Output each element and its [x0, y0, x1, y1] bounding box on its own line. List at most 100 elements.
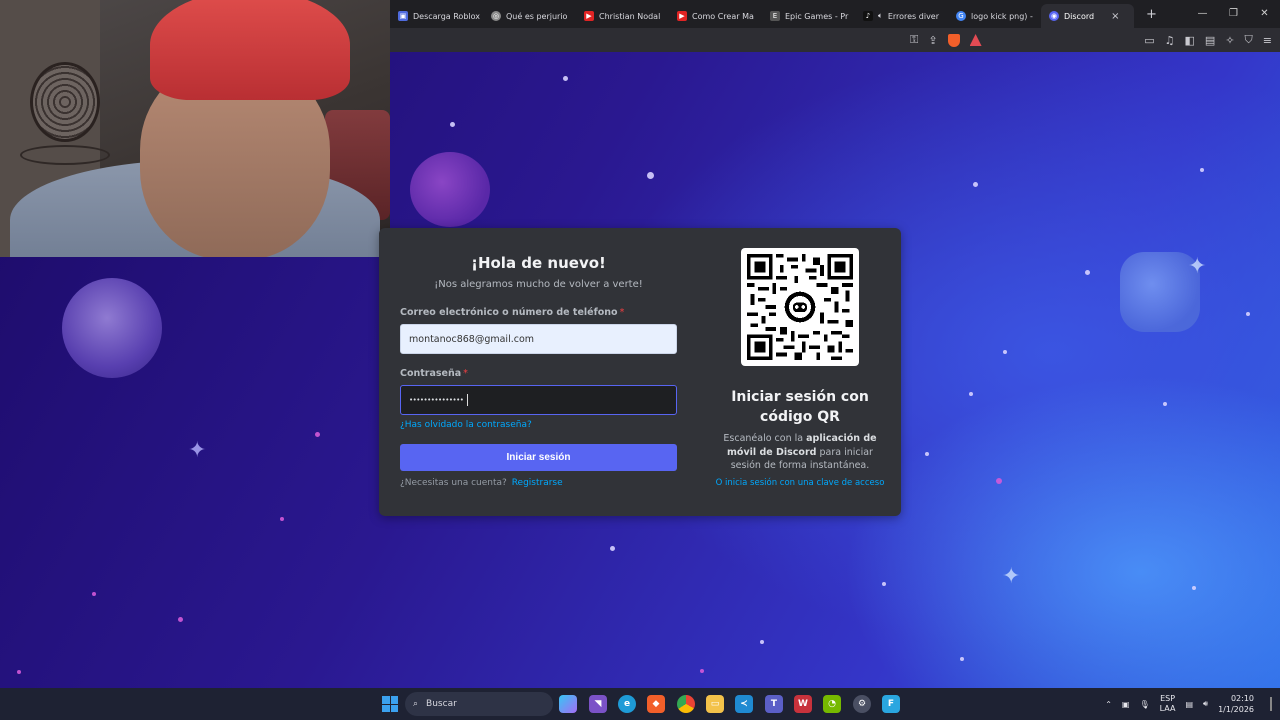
background-star — [450, 122, 455, 127]
password-field[interactable]: ••••••••••••••• — [400, 385, 677, 415]
passkey-login-link[interactable]: O inicia sesión con una clave de acceso — [710, 478, 890, 488]
qr-desc-text: Escanéalo con la — [723, 433, 807, 444]
browser-tab-bar: ▣ Descarga Roblox ◎ Qué es perjurio ▶ Ch… — [390, 0, 1280, 28]
webcam-overlay — [0, 0, 390, 257]
microphone-icon[interactable]: 🎙︎ — [1139, 700, 1149, 709]
email-label: Correo electrónico o número de teléfono * — [400, 307, 624, 318]
nvidia-icon[interactable]: ◔ — [823, 695, 841, 713]
password-value: ••••••••••••••• — [409, 396, 464, 404]
new-tab-button[interactable]: + — [1134, 7, 1169, 22]
teams-icon[interactable]: T — [765, 695, 783, 713]
background-star — [17, 670, 21, 674]
browser-tab[interactable]: ◎ Qué es perjurio — [483, 4, 576, 28]
leo-ai-icon[interactable]: ✧ — [1225, 34, 1234, 47]
fluent-app-icon[interactable]: F — [882, 695, 900, 713]
register-link[interactable]: Registrarse — [512, 478, 563, 488]
settings-icon[interactable]: ⚙ — [853, 695, 871, 713]
chrome-icon[interactable] — [677, 695, 695, 713]
vscode-icon[interactable]: ≺ — [735, 695, 753, 713]
background-star — [925, 452, 929, 456]
qr-description: Escanéalo con la aplicación de móvil de … — [720, 432, 880, 473]
taskbar-clock[interactable]: 02:10 1/1/2026 — [1218, 693, 1254, 715]
restore-icon[interactable]: ❐ — [1218, 0, 1249, 28]
background-star — [996, 478, 1002, 484]
browser-tab[interactable]: ▶ Christian Nodal — [576, 4, 669, 28]
vpn-icon[interactable]: ⛉ — [1245, 33, 1253, 47]
minimize-icon[interactable]: — — [1187, 0, 1218, 28]
register-prompt: ¿Necesitas una cuenta? Registrarse — [400, 478, 563, 488]
tab-label: Como Crear Ma — [692, 11, 754, 21]
network-icon[interactable]: ▤ — [1185, 700, 1193, 709]
speaker-icon: 🔈︎ — [878, 11, 883, 20]
browser-toolbar: ⚿ ⇪ ▭ ♫ ◧ ▤ ✧ ⛉ ≡ — [390, 28, 1280, 52]
background-star — [1163, 402, 1167, 406]
menu-icon[interactable]: ≡ — [1263, 34, 1272, 47]
toolbar-right-icons: ▭ ♫ ◧ ▤ ✧ ⛉ ≡ — [1144, 28, 1272, 52]
background-star — [1192, 586, 1196, 590]
background-star — [315, 432, 320, 437]
brave-icon[interactable]: ◆ — [647, 695, 665, 713]
webcam-person-cap — [150, 0, 350, 100]
display-icon[interactable]: ▣ — [1122, 700, 1130, 709]
browser-tab[interactable]: ▶ Como Crear Ma — [669, 4, 762, 28]
key-icon[interactable]: ⚿ — [910, 33, 918, 47]
winrar-icon[interactable]: W — [794, 695, 812, 713]
background-star — [700, 669, 704, 673]
tab-label: Qué es perjurio — [506, 11, 568, 21]
login-subtitle: ¡Nos alegramos mucho de volver a verte! — [434, 279, 643, 290]
text-cursor-icon — [467, 394, 471, 406]
sparkle-icon: ✦ — [188, 438, 207, 463]
google-favicon-icon: G — [956, 11, 966, 21]
language-indicator[interactable]: ESP LAA — [1160, 694, 1176, 714]
copilot-icon[interactable] — [559, 695, 577, 713]
notification-icon[interactable] — [1264, 697, 1272, 711]
background-star — [1200, 168, 1204, 172]
browser-tab[interactable]: ▣ Descarga Roblox — [390, 4, 483, 28]
address-bar-icons: ⚿ ⇪ — [910, 28, 982, 52]
qr-code-pattern — [747, 254, 853, 360]
sidebar-icon[interactable]: ◧ — [1185, 34, 1195, 47]
need-account-text: ¿Necesitas una cuenta? — [400, 478, 507, 488]
close-tab-icon[interactable]: × — [1111, 11, 1119, 22]
email-field[interactable]: montanoc868@gmail.com — [400, 324, 677, 354]
email-value: montanoc868@gmail.com — [409, 333, 535, 345]
wallet-icon[interactable]: ▤ — [1205, 34, 1215, 47]
background-star — [1003, 350, 1007, 354]
share-icon[interactable]: ⇪ — [928, 34, 937, 47]
browser-tab[interactable]: ♪ 🔈︎ Errores diver — [855, 4, 948, 28]
tiktok-favicon-icon: ♪ — [863, 11, 873, 21]
forgot-password-link[interactable]: ¿Has olvidado la contraseña? — [400, 420, 532, 430]
webcam-fan-base — [20, 145, 110, 165]
background-star — [280, 517, 284, 521]
taskbar-search[interactable]: ⌕ Buscar — [405, 692, 553, 716]
background-star — [1246, 312, 1250, 316]
youtube-favicon-icon: ▶ — [677, 11, 687, 21]
background-planet — [62, 278, 162, 378]
window-controls: — ❐ ✕ — [1187, 0, 1280, 28]
close-window-icon[interactable]: ✕ — [1249, 0, 1280, 28]
file-explorer-icon[interactable]: ▭ — [706, 695, 724, 713]
tab-label: Epic Games - Pr — [785, 11, 849, 21]
background-star — [960, 657, 964, 661]
chevron-up-icon[interactable]: ⌃ — [1105, 700, 1112, 709]
qr-code — [741, 248, 859, 366]
background-star — [1085, 270, 1090, 275]
brave-rewards-icon[interactable] — [969, 34, 982, 46]
globe-favicon-icon: ◎ — [491, 11, 501, 21]
background-star — [882, 582, 886, 586]
windows-start-icon[interactable] — [382, 696, 398, 712]
required-mark: * — [619, 307, 625, 318]
browser-tab[interactable]: G logo kick png) - — [948, 4, 1041, 28]
browser-tab[interactable]: E Epic Games - Pr — [762, 4, 855, 28]
password-label-text: Contraseña — [400, 368, 462, 379]
brave-shield-icon[interactable] — [947, 33, 960, 47]
login-card: ¡Hola de nuevo! ¡Nos alegramos mucho de … — [379, 228, 901, 516]
volume-icon[interactable]: 🔊︎ — [1203, 699, 1208, 709]
browser-tab-active[interactable]: ◉ Discord × — [1041, 4, 1134, 28]
search-placeholder: Buscar — [426, 699, 457, 709]
login-button[interactable]: Iniciar sesión — [400, 444, 677, 471]
visual-studio-icon[interactable]: ◥ — [589, 695, 607, 713]
reader-icon[interactable]: ▭ — [1144, 34, 1154, 47]
media-icon[interactable]: ♫ — [1165, 34, 1175, 47]
edge-icon[interactable]: e — [618, 695, 636, 713]
